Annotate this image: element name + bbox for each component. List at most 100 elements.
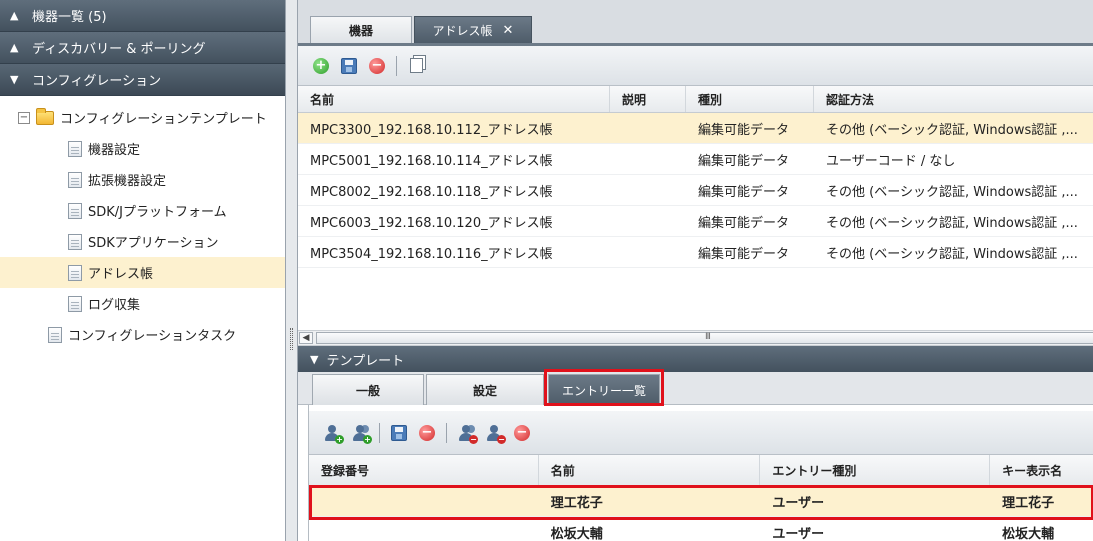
accordion-discovery-polling[interactable]: ▲ ディスカバリー & ポーリング <box>0 32 285 64</box>
scroll-thumb[interactable]: III <box>316 332 1093 344</box>
tab-label: アドレス帳 <box>432 23 493 38</box>
delete-group-icon: − <box>458 424 478 444</box>
entry-table-header: 登録番号 名前 エントリー種別 キー表示名 <box>309 455 1093 486</box>
chevron-up-icon: ▲ <box>10 9 19 22</box>
cell-auth-method: その他 (ベーシック認証, Windows認証 ,... <box>826 122 1078 138</box>
tree-item-label: SDK/Jプラットフォーム <box>88 205 227 220</box>
remove-button[interactable]: − <box>511 422 533 444</box>
tree-item-device-settings[interactable]: 機器設定 <box>0 133 285 164</box>
column-header-description[interactable]: 説明 <box>610 86 686 112</box>
delete-user-button[interactable]: − <box>483 422 506 444</box>
accordion-configuration[interactable]: ▼ コンフィグレーション <box>0 64 285 96</box>
column-header-auth-method[interactable]: 認証方法 <box>814 86 1093 112</box>
entry-row[interactable]: 松坂大輔 ユーザー 松坂大輔 <box>309 517 1093 541</box>
document-tabbar: 機器 アドレス帳 ✕ <box>298 0 1093 46</box>
navigation-pane: ▲ 機器一覧 (5) ▲ ディスカバリー & ポーリング ▼ コンフィグレーショ… <box>0 0 286 541</box>
subtab-settings[interactable]: 設定 <box>426 374 544 405</box>
cell-type: 編集可能データ <box>698 153 790 169</box>
cell-auth-method: その他 (ベーシック認証, Windows認証 ,... <box>826 215 1078 231</box>
tree-item-sdkj-platform[interactable]: SDK/Jプラットフォーム <box>0 195 285 226</box>
scroll-left-icon[interactable]: ◀ <box>299 332 313 344</box>
template-subtabs: 一般 設定 エントリー一覧 <box>298 369 1093 406</box>
cell-key-display-name: 理工花子 <box>1002 495 1055 511</box>
configuration-tree: − コンフィグレーションテンプレート 機器設定 拡張機器設定 SDK/Jプラット… <box>0 96 285 350</box>
tree-item-label: コンフィグレーションテンプレート <box>60 112 267 127</box>
accordion-device-list[interactable]: ▲ 機器一覧 (5) <box>0 0 285 32</box>
delete-group-button[interactable]: − <box>455 422 478 444</box>
entry-row[interactable]: 理工花子 ユーザー 理工花子 <box>309 486 1093 517</box>
document-icon <box>68 171 82 188</box>
main-pane: 機器 アドレス帳 ✕ + − 名前 説明 種別 認証方法 MPC3300_192… <box>298 0 1093 541</box>
cell-name: MPC5001_192.168.10.114_アドレス帳 <box>310 153 553 169</box>
tree-item-log-collection[interactable]: ログ収集 <box>0 288 285 319</box>
tab-address-book[interactable]: アドレス帳 ✕ <box>414 16 532 43</box>
accordion-label: コンフィグレーション <box>32 74 162 89</box>
delete-user-icon: − <box>486 424 506 444</box>
section-title: テンプレート <box>326 353 405 369</box>
cell-auth-method: その他 (ベーシック認証, Windows認証 ,... <box>826 246 1078 262</box>
delete-button[interactable]: − <box>366 55 388 77</box>
tab-label: 機器 <box>348 23 373 38</box>
subtab-general[interactable]: 一般 <box>312 374 424 405</box>
tree-item-sdk-application[interactable]: SDKアプリケーション <box>0 226 285 257</box>
column-header-entry-type[interactable]: エントリー種別 <box>760 455 991 485</box>
subtab-label: 一般 <box>355 383 380 398</box>
save-button[interactable] <box>388 422 410 444</box>
cell-entry-type: ユーザー <box>772 526 825 541</box>
tree-item-label: 機器設定 <box>88 143 141 158</box>
collapse-toggle-icon[interactable]: − <box>18 111 30 124</box>
table-row[interactable]: MPC8002_192.168.10.118_アドレス帳 編集可能データ その他… <box>298 175 1093 206</box>
add-user-icon: + <box>324 424 344 444</box>
tree-item-address-book[interactable]: アドレス帳 <box>0 257 285 288</box>
tab-device[interactable]: 機器 <box>310 16 412 43</box>
chevron-down-icon: ▼ <box>10 73 19 86</box>
splitter-grip-icon[interactable] <box>290 328 293 350</box>
address-book-toolbar: + − <box>298 46 1093 86</box>
chevron-up-icon: ▲ <box>10 41 19 54</box>
add-group-icon: + <box>352 424 372 444</box>
delete-icon: − <box>369 57 385 74</box>
table-row[interactable]: MPC3300_192.168.10.112_アドレス帳 編集可能データ その他… <box>298 113 1093 144</box>
tree-item-extended-device-settings[interactable]: 拡張機器設定 <box>0 164 285 195</box>
tree-item-label: SDKアプリケーション <box>88 236 219 251</box>
toolbar-separator <box>396 55 397 76</box>
cell-name: MPC3504_192.168.10.116_アドレス帳 <box>310 246 553 262</box>
save-button[interactable] <box>338 55 360 77</box>
table-row[interactable]: MPC3504_192.168.10.116_アドレス帳 編集可能データ その他… <box>298 237 1093 268</box>
tree-item-config-template[interactable]: − コンフィグレーションテンプレート <box>0 102 285 133</box>
subtab-entry-list[interactable]: エントリー一覧 <box>548 374 660 405</box>
document-icon <box>68 264 82 281</box>
subtab-label: エントリー一覧 <box>561 383 646 398</box>
entry-list-panel: + + − − − − 登録番号 名前 エントリー種別 キー表示名 理工花子 ユ… <box>308 405 1093 541</box>
add-group-button[interactable]: + <box>349 422 372 444</box>
cell-auth-method: ユーザーコード / なし <box>826 153 956 169</box>
table-row[interactable]: MPC6003_192.168.10.120_アドレス帳 編集可能データ その他… <box>298 206 1093 237</box>
table-row[interactable]: MPC5001_192.168.10.114_アドレス帳 編集可能データ ユーザ… <box>298 144 1093 175</box>
column-header-entry-name[interactable]: 名前 <box>539 455 761 485</box>
close-icon[interactable]: ✕ <box>503 23 514 38</box>
add-button[interactable]: + <box>310 55 332 77</box>
column-header-registration-number[interactable]: 登録番号 <box>309 455 539 485</box>
add-user-button[interactable]: + <box>321 422 344 444</box>
delete-icon: − <box>419 424 435 441</box>
pane-splitter[interactable] <box>286 0 298 541</box>
tree-item-config-task[interactable]: コンフィグレーションタスク <box>0 319 285 350</box>
cell-type: 編集可能データ <box>698 184 790 200</box>
column-header-type[interactable]: 種別 <box>686 86 814 112</box>
scroll-grip-icon: III <box>705 332 711 342</box>
cell-entry-name: 松坂大輔 <box>550 526 603 541</box>
column-header-key-display-name[interactable]: キー表示名 <box>990 455 1093 485</box>
horizontal-scrollbar[interactable]: ◀ III <box>298 330 1093 346</box>
cell-type: 編集可能データ <box>698 122 790 138</box>
tree-item-label: アドレス帳 <box>88 267 154 282</box>
copy-button[interactable] <box>405 55 427 77</box>
folder-icon <box>36 107 54 125</box>
add-icon: + <box>313 57 329 74</box>
tree-item-label: 拡張機器設定 <box>88 174 167 189</box>
column-header-name[interactable]: 名前 <box>298 86 610 112</box>
template-section-header[interactable]: ▼ テンプレート <box>298 346 1093 372</box>
delete-button[interactable]: − <box>416 422 438 444</box>
copy-icon <box>409 58 423 73</box>
cell-key-display-name: 松坂大輔 <box>1002 526 1055 541</box>
remove-icon: − <box>514 424 530 441</box>
